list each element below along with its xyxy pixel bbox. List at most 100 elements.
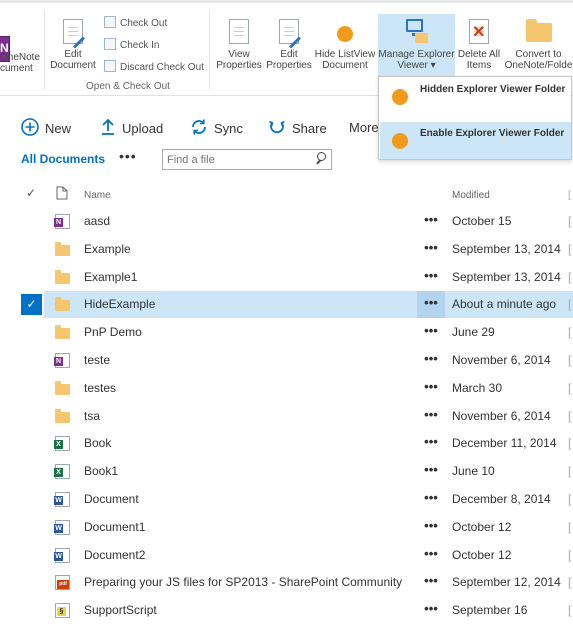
- row-edge-glyph: [: [568, 214, 572, 228]
- upload-arrow-icon: [100, 118, 116, 141]
- word-file-icon: W: [54, 547, 70, 563]
- row-more-options-button[interactable]: •••: [417, 486, 445, 513]
- share-button[interactable]: Share: [268, 118, 327, 138]
- file-name-link[interactable]: testes: [84, 381, 116, 395]
- file-name-link[interactable]: SupportScript: [84, 603, 157, 617]
- table-row[interactable]: pdf Preparing your JS files for SP2013 - …: [0, 569, 573, 596]
- modified-date: December 8, 2014: [452, 492, 551, 506]
- folder-icon: [55, 325, 70, 340]
- check-out-label: Check Out: [120, 18, 168, 29]
- table-row[interactable]: W Document2 ••• October 12 [: [0, 542, 573, 569]
- table-row[interactable]: W Document ••• December 8, 2014 [: [0, 486, 573, 513]
- convert-label-2: OneNote/Folde: [504, 60, 573, 71]
- view-properties-button[interactable]: View Properties: [214, 18, 264, 71]
- upload-label: Upload: [122, 120, 164, 136]
- file-name-link[interactable]: tsa: [84, 409, 100, 423]
- search-icon[interactable]: [315, 152, 327, 164]
- delete-document-icon: ✕: [466, 18, 492, 46]
- view-all-documents[interactable]: All Documents: [21, 152, 105, 166]
- row-edge-glyph: [: [568, 547, 572, 562]
- table-row[interactable]: Naasd ••• October 15 [: [0, 208, 573, 235]
- file-name-link[interactable]: HideExample: [84, 297, 155, 311]
- modified-date: September 13, 2014: [452, 241, 561, 256]
- row-edge-glyph: [: [568, 519, 572, 534]
- file-name-link[interactable]: Document: [84, 492, 139, 506]
- edit-properties-icon: [276, 18, 302, 49]
- edit-document-label-2: Document: [50, 60, 96, 71]
- modified-date: December 11, 2014: [452, 436, 557, 451]
- row-more-options-button[interactable]: •••: [417, 597, 445, 624]
- table-row[interactable]: W Document1 ••• October 12 [: [0, 514, 573, 541]
- column-header-modified[interactable]: Modified: [452, 190, 490, 208]
- table-row[interactable]: ✓ HideExample ••• About a minute ago [: [0, 291, 573, 319]
- table-row[interactable]: X Book ••• December 11, 2014 [: [0, 430, 573, 457]
- edit-properties-button[interactable]: Edit Properties: [264, 18, 314, 71]
- table-row[interactable]: § SupportScript ••• September 16 [: [0, 597, 573, 624]
- row-more-options-button[interactable]: •••: [417, 347, 445, 374]
- column-header-name[interactable]: Name: [84, 190, 111, 208]
- dropdown-item-label: Hidden Explorer Viewer Folder: [420, 84, 566, 95]
- row-more-options-button[interactable]: •••: [417, 264, 445, 291]
- row-checkbox-checked[interactable]: ✓: [21, 294, 42, 316]
- discard-check-out-button[interactable]: Discard Check Out: [104, 60, 204, 76]
- more-button[interactable]: More: [349, 118, 379, 138]
- row-more-options-button[interactable]: •••: [417, 236, 445, 263]
- row-more-options-button[interactable]: •••: [417, 430, 445, 457]
- search-input[interactable]: [163, 150, 303, 169]
- file-name-link[interactable]: teste: [84, 353, 110, 367]
- check-in-button[interactable]: Check In: [104, 38, 159, 54]
- file-name-link[interactable]: PnP Demo: [84, 325, 142, 339]
- view-properties-label-1: View: [228, 49, 250, 60]
- table-row[interactable]: testes ••• March 30 [: [0, 375, 573, 402]
- row-edge-glyph: [: [568, 380, 572, 395]
- row-more-options-button[interactable]: •••: [417, 542, 445, 569]
- delete-all-label-1: Delete All: [457, 49, 501, 60]
- manage-explorer-viewer-button[interactable]: Manage Explorer Viewer ▾: [378, 18, 455, 71]
- row-edge-glyph: [: [568, 492, 572, 506]
- row-edge-glyph: [: [568, 353, 572, 367]
- file-name-link[interactable]: Document2: [84, 548, 145, 562]
- edit-document-button[interactable]: Edit Document: [50, 18, 96, 71]
- manage-explorer-label-2: Viewer ▾: [397, 60, 436, 71]
- delete-all-items-button[interactable]: ✕ Delete All Items: [456, 18, 502, 71]
- file-name-link[interactable]: Example: [84, 242, 131, 256]
- onenote-file-icon: N: [54, 214, 70, 229]
- edit-document-label-1: Edit: [64, 49, 82, 60]
- find-a-file-box: [162, 149, 332, 170]
- modified-date: September 13, 2014: [452, 269, 561, 284]
- row-more-options-button[interactable]: •••: [417, 291, 445, 319]
- row-more-options-button[interactable]: •••: [417, 208, 445, 235]
- dropdown-item-enable-explorer-viewer-folder[interactable]: Enable Explorer Viewer Folder: [380, 122, 571, 159]
- share-icon: [268, 118, 286, 141]
- table-row[interactable]: PnP Demo ••• June 29 [: [0, 319, 573, 346]
- dropdown-item-hidden-explorer-viewer-folder[interactable]: Hidden Explorer Viewer Folder: [380, 78, 571, 115]
- file-name-link[interactable]: Preparing your JS files for SP2013 - Sha…: [84, 575, 402, 589]
- table-row[interactable]: Example1 ••• September 13, 2014 [: [0, 264, 573, 291]
- sync-button[interactable]: Sync: [190, 118, 243, 138]
- table-row[interactable]: X Book1 ••• June 10 [: [0, 458, 573, 485]
- hide-listview-document-button[interactable]: Hide ListView Document: [314, 18, 376, 71]
- row-more-options-button[interactable]: •••: [417, 319, 445, 346]
- file-name-link[interactable]: Example1: [84, 270, 137, 284]
- view-properties-label-2: Properties: [216, 60, 262, 71]
- view-more-options[interactable]: •••: [119, 148, 137, 164]
- file-name-link[interactable]: Document1: [84, 520, 145, 534]
- table-row[interactable]: Nteste ••• November 6, 2014 [: [0, 347, 573, 374]
- row-more-options-button[interactable]: •••: [417, 375, 445, 402]
- convert-to-onenote-folder-button[interactable]: Convert to OneNote/Folde: [504, 18, 573, 71]
- new-button[interactable]: New: [21, 118, 71, 138]
- file-name-link[interactable]: Book: [84, 436, 111, 450]
- row-more-options-button[interactable]: •••: [417, 403, 445, 430]
- check-out-button[interactable]: Check Out: [104, 16, 167, 32]
- select-all-checkmark-icon[interactable]: ✓: [26, 186, 36, 204]
- edit-properties-label-2: Properties: [266, 60, 312, 71]
- hide-listview-label-2: Document: [322, 60, 368, 71]
- upload-button[interactable]: Upload: [100, 118, 163, 138]
- row-more-options-button[interactable]: •••: [417, 458, 445, 485]
- table-row[interactable]: Example ••• September 13, 2014 [: [0, 236, 573, 263]
- table-row[interactable]: tsa ••• November 6, 2014 [: [0, 403, 573, 430]
- row-more-options-button[interactable]: •••: [417, 569, 445, 596]
- file-name-link[interactable]: aasd: [84, 214, 110, 228]
- file-name-link[interactable]: Book1: [84, 464, 118, 478]
- row-more-options-button[interactable]: •••: [417, 514, 445, 541]
